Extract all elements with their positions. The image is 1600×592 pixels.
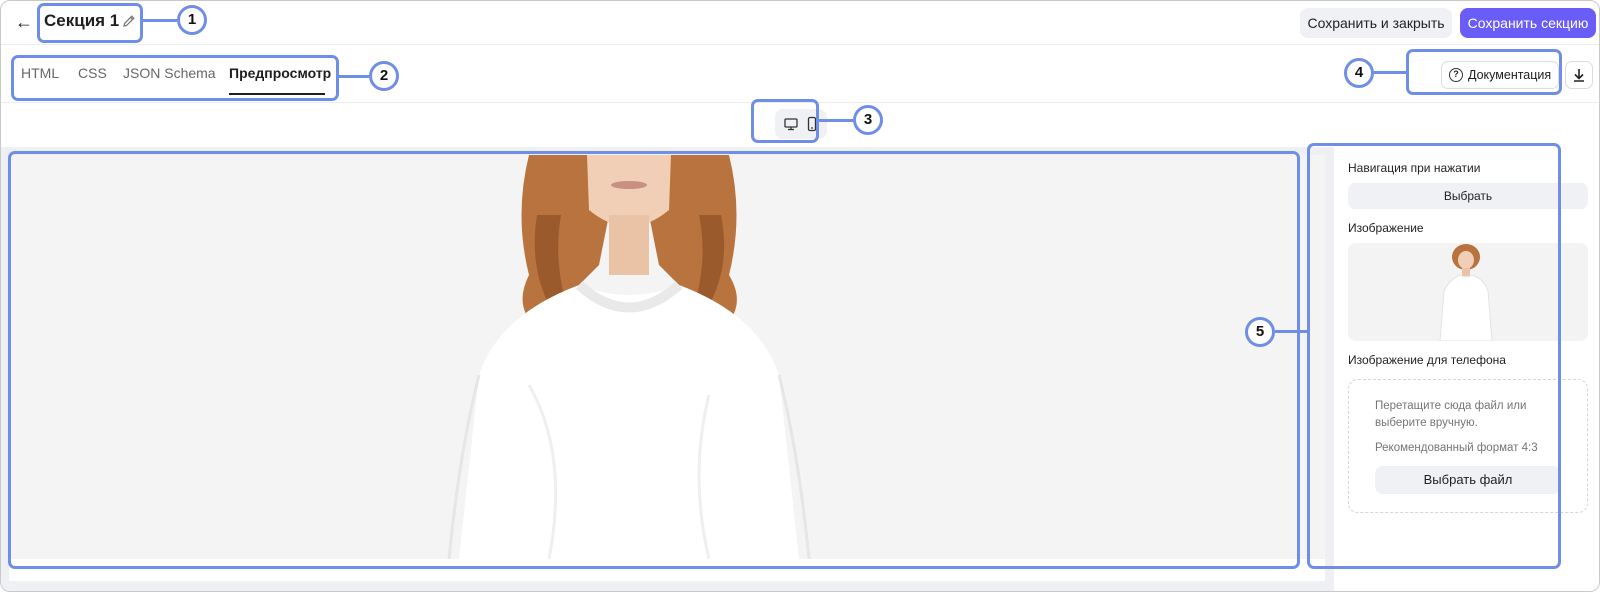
device-switcher	[775, 109, 827, 139]
header-bar: ← Секция 1 Сохранить и закрыть Сохранить…	[1, 1, 1599, 45]
file-drop-zone[interactable]: Перетащите сюда файл или выберите вручну…	[1348, 379, 1588, 513]
callout-connector-2	[339, 75, 369, 78]
mobile-icon[interactable]	[804, 116, 820, 132]
nav-on-click-label: Навигация при нажатии	[1348, 161, 1481, 175]
choose-file-button[interactable]: Выбрать файл	[1375, 466, 1561, 494]
back-arrow-icon[interactable]: ←	[13, 11, 35, 33]
callout-badge-2: 2	[369, 61, 399, 91]
callout-badge-5: 5	[1245, 317, 1275, 347]
section-title: Секция 1	[44, 11, 120, 30]
save-and-close-button[interactable]: Сохранить и закрыть	[1300, 8, 1452, 38]
drop-zone-text: Перетащите сюда файл или выберите вручну…	[1375, 400, 1527, 429]
preview-photo	[9, 155, 1325, 559]
callout-connector-3	[819, 119, 853, 122]
thumbnail-photo	[1348, 243, 1588, 341]
pencil-icon[interactable]	[121, 13, 137, 29]
help-circle-icon: ?	[1449, 68, 1463, 82]
callout-connector-5	[1275, 330, 1307, 333]
active-tab-indicator	[229, 93, 325, 95]
choose-navigation-button[interactable]: Выбрать	[1348, 183, 1588, 209]
callout-badge-3: 3	[853, 105, 883, 135]
tab-css[interactable]: CSS	[78, 65, 107, 81]
image-thumbnail[interactable]	[1348, 243, 1588, 341]
settings-panel: Навигация при нажатии Выбрать Изображени…	[1334, 147, 1599, 591]
callout-badge-1: 1	[177, 5, 207, 35]
save-section-button[interactable]: Сохранить секцию	[1460, 8, 1596, 38]
section-preview	[9, 155, 1325, 559]
documentation-button[interactable]: ? Документация	[1441, 61, 1559, 89]
preview-bottom-strip	[9, 559, 1325, 581]
preview-canvas	[1, 147, 1334, 591]
desktop-icon[interactable]	[783, 116, 799, 132]
image-label: Изображение	[1348, 221, 1424, 235]
phone-image-label: Изображение для телефона	[1348, 353, 1506, 367]
callout-badge-4: 4	[1344, 58, 1374, 88]
callout-connector-1	[143, 19, 177, 22]
tab-preview[interactable]: Предпросмотр	[229, 65, 331, 81]
download-icon	[1574, 69, 1584, 82]
tab-json-schema[interactable]: JSON Schema	[123, 65, 216, 81]
documentation-label: Документация	[1468, 68, 1552, 82]
tab-html[interactable]: HTML	[21, 65, 59, 81]
app-window: ← Секция 1 Сохранить и закрыть Сохранить…	[0, 0, 1600, 592]
callout-connector-4	[1374, 71, 1406, 74]
download-button[interactable]	[1565, 61, 1593, 89]
format-hint: Рекомендованный формат 4:3	[1375, 442, 1538, 454]
